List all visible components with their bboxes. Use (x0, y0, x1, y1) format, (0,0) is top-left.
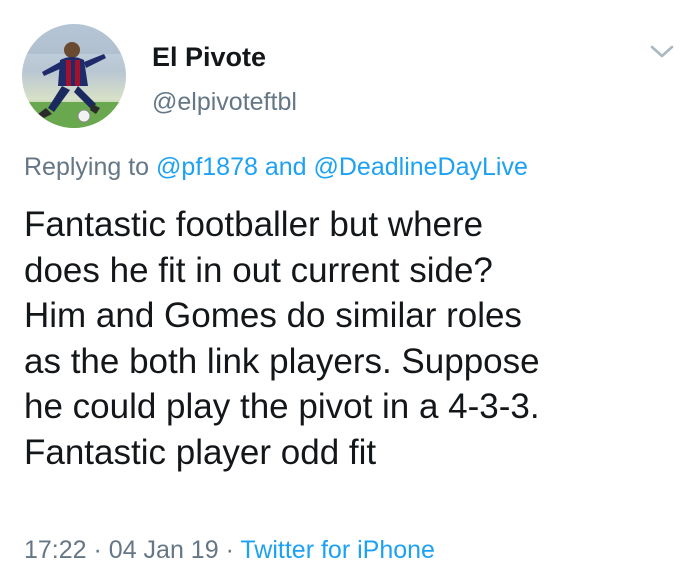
avatar[interactable] (22, 24, 126, 128)
replying-to: Replying to @pf1878 and @DeadlineDayLive (24, 151, 528, 183)
tweet-text-line: Fantastic player odd fit (24, 432, 377, 472)
tweet-text-line: he could play the pivot in a 4-3-3. (24, 387, 540, 426)
mention-link[interactable]: @pf1878 (156, 153, 258, 181)
tweet-card: El Pivote @elpivoteftbl Replying to @pf1… (0, 0, 696, 586)
tweet-text-line: Him and Gomes do similar roles (24, 296, 522, 335)
display-name[interactable]: El Pivote (152, 41, 266, 73)
tweet-meta: 17:22 · 04 Jan 19 · Twitter for iPhone (24, 534, 435, 566)
tweet-source-link[interactable]: Twitter for iPhone (240, 536, 435, 564)
tweet-text: Fantastic footballer but where does he f… (24, 202, 684, 475)
user-handle[interactable]: @elpivoteftbl (152, 87, 297, 117)
tweet-date: 04 Jan 19 (108, 536, 219, 564)
tweet-text-line: as the both link players. Suppose (24, 341, 540, 381)
reply-conjunction: and (264, 153, 307, 181)
mention-link[interactable]: @DeadlineDayLive (314, 153, 528, 181)
meta-separator: · (93, 536, 102, 564)
tweet-text-line: does he fit in out current side? (24, 250, 493, 290)
meta-separator: · (225, 536, 234, 564)
tweet-text-line: Fantastic footballer but where (24, 205, 484, 244)
chevron-down-icon[interactable] (648, 40, 676, 62)
replying-to-label: Replying to (24, 153, 150, 181)
tweet-time: 17:22 (24, 536, 87, 564)
